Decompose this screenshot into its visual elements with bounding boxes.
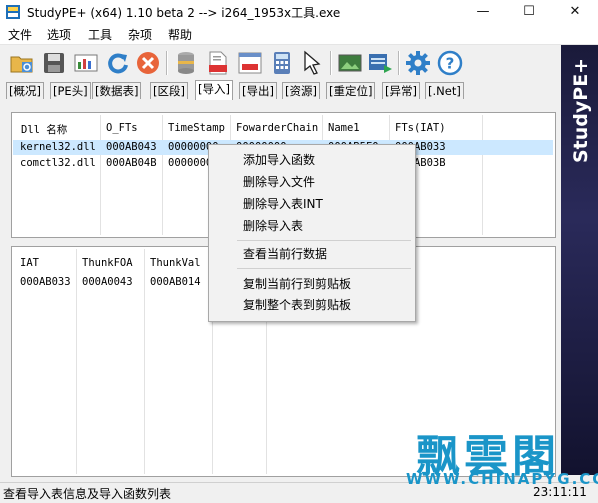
column-divider — [162, 115, 163, 235]
studype-logo: StudyPE+ — [570, 58, 592, 163]
name1-header[interactable]: Name1 — [328, 122, 360, 134]
maximize-button[interactable]: ☐ — [506, 0, 552, 24]
thunk-val-header[interactable]: ThunkVal — [150, 257, 201, 269]
menu-tools[interactable]: 工具 — [88, 26, 112, 43]
refresh-icon[interactable] — [104, 49, 132, 77]
asm-window-icon[interactable] — [236, 49, 264, 77]
iat-col-header[interactable]: IAT — [20, 257, 39, 269]
ctx-copy-table[interactable]: 复制整个表到剪贴板 — [243, 296, 351, 313]
minimize-button[interactable]: — — [460, 0, 506, 24]
row1-dll: kernel32.dll — [20, 141, 96, 153]
chinapyg-watermark: 飘雲閣 WWW.CHINAPYG.COM — [400, 420, 598, 490]
thunk-row-val: 000AB014 — [150, 276, 201, 288]
tab-exceptions[interactable]: [异常] — [382, 82, 420, 99]
menu-bar: 文件 选项 工具 杂项 帮助 — [0, 24, 598, 45]
tab-overview[interactable]: [概况] — [6, 82, 44, 99]
thunk-row-iat[interactable]: 000AB033 — [20, 276, 71, 288]
ctx-delete-import-file[interactable]: 删除导入文件 — [243, 173, 315, 190]
save-icon[interactable] — [40, 49, 68, 77]
menu-help[interactable]: 帮助 — [168, 26, 192, 43]
status-message: 查看导入表信息及导入函数列表 — [3, 487, 172, 501]
forwarder-chain-header[interactable]: FowarderChain — [236, 122, 318, 134]
toolbar: ? — [0, 45, 560, 81]
toolbar-separator — [166, 51, 168, 75]
dll-name-header[interactable]: Dll 名称 — [21, 122, 67, 137]
screenshot-icon[interactable] — [72, 49, 100, 77]
ctx-view-row-data[interactable]: 查看当前行数据 — [243, 245, 327, 262]
menu-misc[interactable]: 杂项 — [128, 26, 152, 43]
svg-text:?: ? — [446, 55, 455, 73]
menu-separator — [237, 240, 411, 241]
title-bar: StudyPE+ (x64) 1.10 beta 2 --> i264_1953… — [0, 0, 598, 24]
tab-sections[interactable]: [区段] — [150, 82, 188, 99]
image-icon[interactable] — [336, 49, 364, 77]
column-divider — [144, 249, 145, 474]
row2-dll[interactable]: comctl32.dll — [20, 157, 96, 169]
calculator-icon[interactable] — [268, 49, 296, 77]
tab-dotnet[interactable]: [.Net] — [425, 82, 464, 99]
ctx-delete-import-table[interactable]: 删除导入表 — [243, 217, 303, 234]
context-menu: 添加导入函数 删除导入文件 删除导入表INT 删除导入表 查看当前行数据 复制当… — [208, 144, 416, 322]
tab-import[interactable]: [导入] — [195, 80, 233, 100]
ctx-copy-row[interactable]: 复制当前行到剪贴板 — [243, 275, 351, 292]
app-icon — [6, 5, 20, 19]
watermark-url: WWW.CHINAPYG.COM — [406, 470, 598, 488]
oft-header[interactable]: O_FTs — [106, 122, 138, 134]
tab-strip: [概况] [PE头] [数据表] [区段] [导入] [导出] [资源] [重定… — [0, 80, 560, 102]
close-button[interactable]: ✕ — [552, 0, 598, 24]
column-divider — [482, 115, 483, 235]
row1-oft: 000AB043 — [106, 141, 157, 153]
tab-resources[interactable]: [资源] — [282, 82, 320, 99]
pointer-icon[interactable] — [298, 49, 326, 77]
settings-icon[interactable] — [404, 49, 432, 77]
open-file-icon[interactable] — [8, 49, 36, 77]
menu-file[interactable]: 文件 — [8, 26, 32, 43]
menu-options[interactable]: 选项 — [47, 26, 71, 43]
window-title: StudyPE+ (x64) 1.10 beta 2 --> i264_1953… — [27, 6, 341, 20]
ctx-delete-import-int[interactable]: 删除导入表INT — [243, 195, 323, 212]
help-icon[interactable]: ? — [436, 49, 464, 77]
toolbar-separator — [398, 51, 400, 75]
row2-oft: 000AB04B — [106, 157, 157, 169]
tab-export[interactable]: [导出] — [239, 82, 277, 99]
svg-text:StudyPE+: StudyPE+ — [570, 58, 592, 163]
asm-file-icon[interactable] — [204, 49, 232, 77]
stop-icon[interactable] — [134, 49, 162, 77]
column-divider — [76, 249, 77, 474]
tab-pe-header[interactable]: [PE头] — [50, 82, 91, 99]
tab-data-directories[interactable]: [数据表] — [92, 82, 142, 99]
timestamp-header[interactable]: TimeStamp — [168, 122, 225, 134]
database-icon[interactable] — [172, 49, 200, 77]
thunk-row-foa: 000A0043 — [82, 276, 133, 288]
menu-separator — [237, 268, 411, 269]
toolbar-separator — [330, 51, 332, 75]
ctx-add-import-function[interactable]: 添加导入函数 — [243, 151, 315, 168]
tab-relocations[interactable]: [重定位] — [326, 82, 376, 99]
column-divider — [100, 115, 101, 235]
iat-header[interactable]: FTs(IAT) — [395, 122, 446, 134]
thunk-foa-header[interactable]: ThunkFOA — [82, 257, 133, 269]
export-icon[interactable] — [366, 49, 394, 77]
sidebar-banner: StudyPE+ — [561, 45, 598, 475]
